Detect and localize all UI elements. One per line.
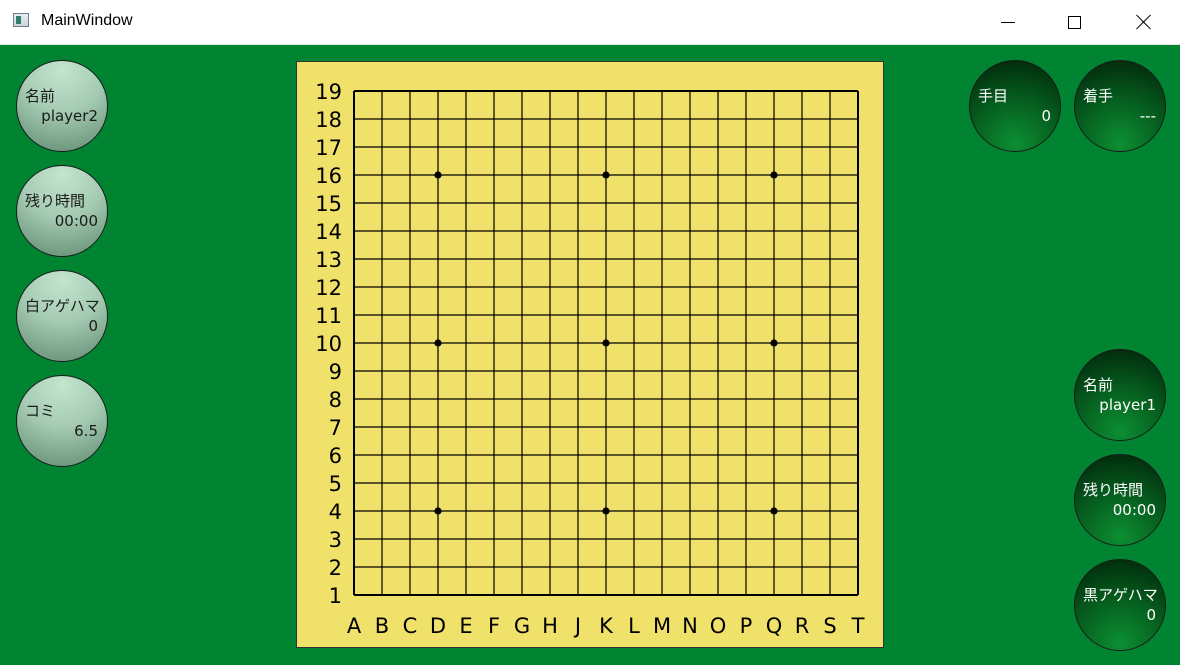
- black-name-panel: 名前 player1: [1074, 349, 1166, 441]
- column-label: J: [573, 614, 581, 638]
- maximize-icon: [1067, 15, 1081, 29]
- move-number-value: 0: [1041, 107, 1051, 125]
- column-label: M: [653, 614, 671, 638]
- column-label: N: [682, 614, 698, 638]
- column-label: O: [710, 614, 727, 638]
- row-label: 1: [329, 584, 342, 608]
- main-area: 名前 player2 残り時間 00:00 白アゲハマ 0 コミ 6.5 19 1…: [0, 45, 1180, 665]
- row-label: 11: [315, 304, 342, 328]
- column-label: K: [599, 614, 614, 638]
- close-icon: [1136, 14, 1152, 30]
- star-point: [434, 339, 442, 347]
- black-name-label: 名前: [1083, 376, 1114, 394]
- star-point: [770, 339, 778, 347]
- row-label: 2: [329, 556, 342, 580]
- white-time-panel: 残り時間 00:00: [16, 165, 108, 257]
- star-point: [434, 171, 442, 179]
- column-label: B: [375, 614, 389, 638]
- window-title: MainWindow: [41, 12, 133, 29]
- column-label: E: [459, 614, 472, 638]
- column-label: Q: [766, 614, 783, 638]
- white-captures-panel: 白アゲハマ 0: [16, 270, 108, 362]
- row-label: 18: [315, 108, 342, 132]
- move-number-label: 手目: [978, 87, 1009, 105]
- column-label: P: [740, 614, 753, 638]
- white-time-label: 残り時間: [25, 192, 86, 210]
- black-time-value: 00:00: [1112, 501, 1156, 519]
- app-icon: [13, 13, 29, 27]
- komi-label: コミ: [25, 402, 56, 420]
- black-captures-label: 黒アゲハマ: [1083, 586, 1158, 604]
- row-label: 13: [315, 248, 342, 272]
- minimize-icon: [1001, 21, 1015, 23]
- row-label: 12: [315, 276, 342, 300]
- column-label: F: [488, 614, 500, 638]
- column-label: C: [403, 614, 418, 638]
- board-grid[interactable]: 19 18 17 16 15 14 13 12 11 10 9 8 7 6 5 4 3 2 1A B C D E F G H J K L…: [297, 62, 885, 649]
- row-label: 10: [315, 332, 342, 356]
- star-point: [602, 171, 610, 179]
- star-point: [770, 171, 778, 179]
- move-number-panel: 手目 0: [969, 60, 1061, 152]
- star-point: [602, 339, 610, 347]
- column-label: G: [514, 614, 530, 638]
- row-label: 4: [329, 500, 342, 524]
- close-button[interactable]: [1116, 0, 1172, 44]
- column-label: L: [628, 614, 640, 638]
- komi-panel: コミ 6.5: [16, 375, 108, 467]
- row-label: 19: [315, 80, 342, 104]
- star-point: [602, 507, 610, 515]
- row-label: 14: [315, 220, 342, 244]
- column-label: D: [430, 614, 446, 638]
- white-name-label: 名前: [25, 87, 56, 105]
- last-move-panel: 着手 ---: [1074, 60, 1166, 152]
- row-label: 17: [315, 136, 342, 160]
- title-bar: MainWindow: [0, 0, 1180, 45]
- column-label: R: [795, 614, 810, 638]
- star-point: [434, 507, 442, 515]
- black-time-panel: 残り時間 00:00: [1074, 454, 1166, 546]
- row-label: 9: [329, 360, 342, 384]
- white-captures-value: 0: [88, 317, 98, 335]
- minimize-button[interactable]: [980, 0, 1036, 44]
- column-label: H: [542, 614, 558, 638]
- column-label: A: [347, 614, 362, 638]
- white-captures-label: 白アゲハマ: [25, 297, 100, 315]
- go-board[interactable]: 19 18 17 16 15 14 13 12 11 10 9 8 7 6 5 4 3 2 1 A B C D E F G H J K L…: [296, 61, 884, 648]
- white-time-value: 00:00: [54, 212, 98, 230]
- black-name-value: player1: [1099, 396, 1156, 414]
- star-point: [770, 507, 778, 515]
- column-label: S: [823, 614, 836, 638]
- row-label: 3: [329, 528, 342, 552]
- row-label: 8: [329, 388, 342, 412]
- row-label: 7: [329, 416, 342, 440]
- row-label: 6: [329, 444, 342, 468]
- black-captures-panel: 黒アゲハマ 0: [1074, 559, 1166, 651]
- last-move-label: 着手: [1083, 87, 1114, 105]
- white-name-value: player2: [41, 107, 98, 125]
- row-label: 16: [315, 164, 342, 188]
- white-name-panel: 名前 player2: [16, 60, 108, 152]
- black-captures-value: 0: [1146, 606, 1156, 624]
- column-label: T: [851, 614, 865, 638]
- maximize-button[interactable]: [1046, 0, 1102, 44]
- row-label: 15: [315, 192, 342, 216]
- black-time-label: 残り時間: [1083, 481, 1144, 499]
- row-label: 5: [329, 472, 342, 496]
- komi-value: 6.5: [74, 422, 98, 440]
- last-move-value: ---: [1139, 107, 1156, 125]
